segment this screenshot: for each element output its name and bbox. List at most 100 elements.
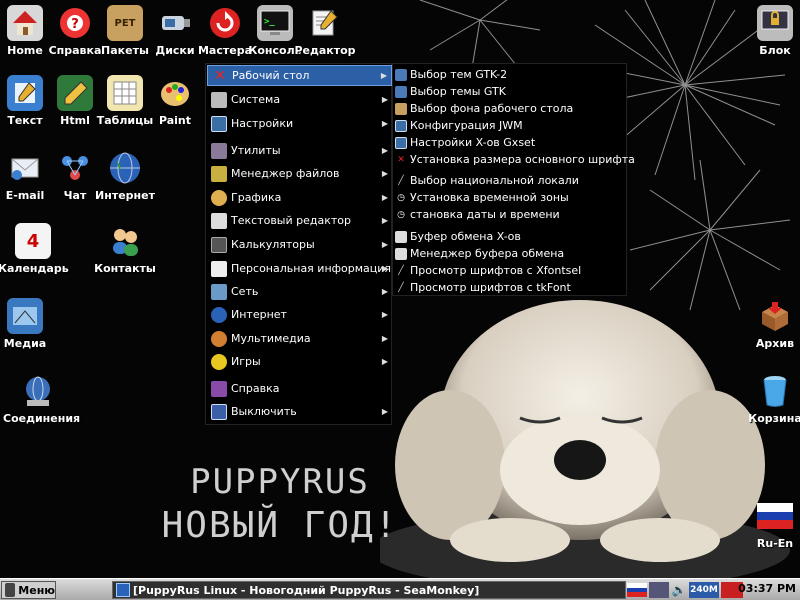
menu-item-internet[interactable]: Интернет ▶	[207, 304, 392, 325]
svg-text:?: ?	[71, 17, 79, 32]
start-menu-button[interactable]: Меню	[1, 581, 56, 599]
submenu-item-clipboard-manager[interactable]: Менеджер буфера обмена	[395, 245, 625, 262]
menu-item-label: Текстовый редактор	[231, 214, 351, 227]
submenu-item-locale[interactable]: ╱ Выбор национальной локали	[395, 172, 625, 189]
menu-item-desktop[interactable]: ✕ Рабочий стол ▶	[207, 65, 392, 86]
connections-label: Соединения	[3, 412, 81, 425]
desktop-icon-calendar[interactable]: 4 Календарь	[0, 223, 69, 275]
submenu-item-xfontsel[interactable]: ╱ Просмотр шрифтов с Xfontsel	[395, 262, 625, 279]
desktop-icon-paint[interactable]: Paint	[140, 75, 210, 127]
desktop-icon-lock[interactable]: Блок	[740, 5, 800, 57]
globe-icon	[107, 150, 143, 186]
calculator-icon	[211, 236, 227, 253]
submenu-item-datetime[interactable]: ◷ становка даты и времени	[395, 206, 625, 223]
volume-speaker-icon[interactable]: 🔈	[671, 582, 687, 598]
desktop-icon-editor[interactable]: Редактор	[290, 5, 360, 57]
text-document-icon	[7, 75, 43, 111]
menu-item-label: Настройки	[231, 117, 294, 130]
wallpaper-title: PUPPYRUS	[190, 462, 370, 502]
menu-item-settings[interactable]: Настройки ▶	[207, 113, 392, 134]
desktop-icon-media[interactable]: Медиа	[0, 298, 60, 350]
submenu-item-font-size[interactable]: ✕ Установка размера основного шрифта	[395, 151, 635, 168]
lock-label: Блок	[759, 44, 791, 57]
media-player-icon	[7, 298, 43, 334]
menu-item-label: Графика	[231, 191, 282, 204]
submenu-item-gtk-theme[interactable]: Выбор темы GTK	[395, 83, 625, 100]
paint-palette-icon	[157, 75, 193, 111]
font-x-icon: ✕	[397, 154, 405, 165]
lock-screen-icon	[757, 5, 793, 41]
menu-item-label: Утилиты	[231, 144, 281, 157]
main-menu: ✕ Рабочий стол ▶ Система ▶ Настройки ▶ У…	[205, 63, 392, 425]
submenu-item-wallpaper[interactable]: Выбор фона рабочего стола	[395, 100, 625, 117]
submenu-item-tkfont[interactable]: ╱ Просмотр шрифтов с tkFont	[395, 279, 625, 296]
desktop-icon-internet[interactable]: Интернет	[90, 150, 160, 202]
submenu-arrow-icon: ▶	[381, 95, 388, 104]
puppy-wallpaper-image	[380, 300, 790, 578]
file-manager-icon	[211, 165, 227, 182]
submenu-item-label: становка даты и времени	[410, 208, 560, 221]
submenu-arrow-icon: ▶	[381, 146, 388, 155]
submenu-arrow-icon: ▶	[381, 169, 388, 178]
taskbar-window-title: [PuppyRus Linux - Новогодний PuppyRus - …	[133, 583, 480, 597]
editor-label: Редактор	[294, 44, 356, 57]
desktop-icon-language[interactable]: Ru-En	[740, 498, 800, 550]
submenu-item-label: Выбор фона рабочего стола	[410, 102, 574, 115]
shutdown-icon	[211, 403, 227, 420]
locale-icon: ╱	[398, 175, 404, 186]
menu-item-multimedia[interactable]: Мультимедиа ▶	[207, 328, 392, 349]
submenu-item-gxset[interactable]: Настройки X-ов Gxset	[395, 134, 625, 151]
package-box-icon: PET	[107, 5, 143, 41]
menu-item-utilities[interactable]: Утилиты ▶	[207, 140, 392, 161]
russian-flag-tray-icon[interactable]	[627, 582, 647, 598]
submenu-item-timezone[interactable]: ◷ Установка временной зоны	[395, 189, 625, 206]
menu-item-personal-info[interactable]: Персональная информация ▶	[207, 258, 392, 279]
menu-item-label: Менеджер файлов	[231, 167, 340, 180]
network-tray-icon[interactable]	[649, 582, 669, 598]
menu-item-label: Система	[231, 93, 281, 106]
desktop-submenu: Выбор тем GTK-2 Выбор темы GTK Выбор фон…	[392, 63, 635, 296]
graphics-palette-icon	[211, 189, 227, 206]
menu-item-file-manager[interactable]: Менеджер файлов ▶	[207, 163, 392, 184]
menu-item-system[interactable]: Система ▶	[207, 89, 392, 110]
personal-info-icon	[211, 260, 227, 277]
archive-label: Архив	[755, 337, 795, 350]
menu-item-label: Калькуляторы	[231, 238, 315, 251]
clipboard-icon	[395, 230, 407, 243]
menu-item-games[interactable]: Игры ▶	[207, 351, 392, 372]
menu-item-text-editor[interactable]: Текстовый редактор ▶	[207, 210, 392, 231]
calendar-label: Календарь	[0, 262, 69, 275]
system-icon	[211, 91, 227, 108]
submenu-item-label: Выбор темы GTK	[410, 85, 506, 98]
desktop-icon-trash[interactable]: Корзина	[740, 373, 800, 425]
desktop-icon-contacts[interactable]: Контакты	[90, 223, 160, 275]
menu-item-label: Мультимедиа	[231, 332, 311, 345]
taskbar-window-button[interactable]: [PuppyRus Linux - Новогодний PuppyRus - …	[112, 581, 626, 599]
submenu-arrow-icon: ▶	[381, 216, 388, 225]
menu-item-help[interactable]: Справка	[207, 378, 392, 399]
notepad-pencil-icon	[307, 5, 343, 41]
submenu-arrow-icon: ▶	[381, 193, 388, 202]
submenu-item-label: Выбор тем GTK-2	[410, 68, 508, 81]
internet-label: Интернет	[95, 189, 155, 202]
menu-item-graphics[interactable]: Графика ▶	[207, 187, 392, 208]
menu-item-label: Сеть	[231, 285, 259, 298]
taskbar-clock[interactable]: 03:37 PM	[738, 582, 796, 595]
menu-item-label: Игры	[231, 355, 261, 368]
spreadsheet-icon	[107, 75, 143, 111]
submenu-item-label: Установка временной зоны	[410, 191, 569, 204]
menu-item-shutdown[interactable]: Выключить ▶	[207, 401, 392, 422]
menu-item-calculators[interactable]: Калькуляторы ▶	[207, 234, 392, 255]
html-editor-icon	[57, 75, 93, 111]
submenu-item-label: Просмотр шрифтов с Xfontsel	[410, 264, 582, 277]
menu-item-network[interactable]: Сеть ▶	[207, 281, 392, 302]
cpu-monitor[interactable]: 240M	[689, 582, 719, 598]
submenu-item-gtk2-theme[interactable]: Выбор тем GTK-2	[395, 66, 625, 83]
submenu-item-x-clipboard[interactable]: Буфер обмена X-ов	[395, 228, 625, 245]
clock-icon: ◷	[397, 192, 405, 203]
games-smiley-icon	[211, 353, 227, 370]
terminal-icon: >_	[257, 5, 293, 41]
desktop-icon-connections[interactable]: Соединения	[3, 373, 81, 425]
submenu-item-jwm-config[interactable]: Конфигурация JWM	[395, 117, 625, 134]
desktop-icon-archive[interactable]: Архив	[740, 298, 800, 350]
